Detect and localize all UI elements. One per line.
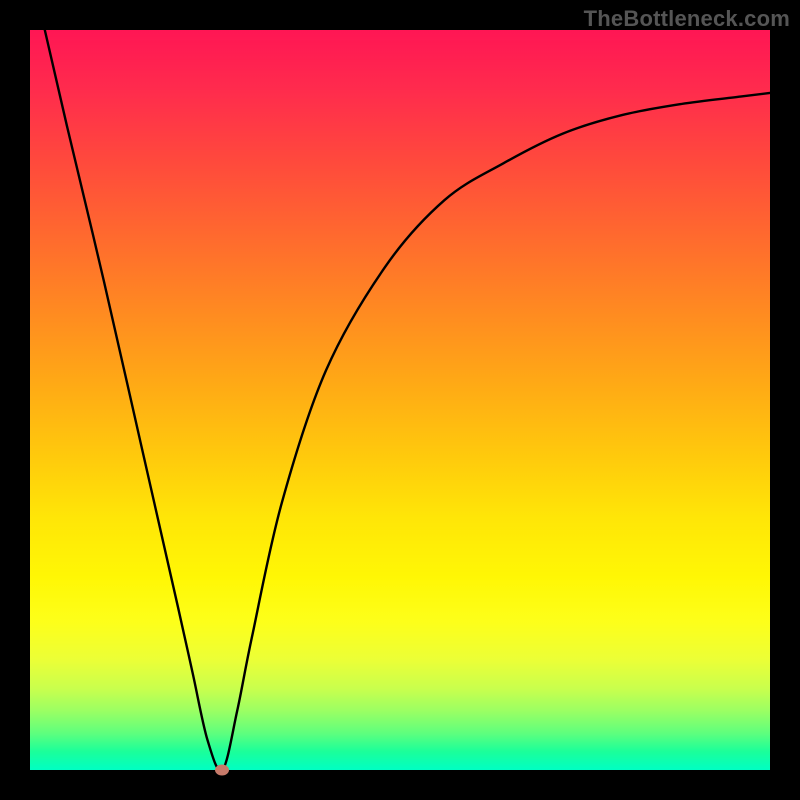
plot-area [30, 30, 770, 770]
curve-path [45, 30, 770, 771]
bottleneck-curve [30, 30, 770, 770]
chart-frame: TheBottleneck.com [0, 0, 800, 800]
watermark-text: TheBottleneck.com [584, 6, 790, 32]
optimum-marker [215, 765, 229, 776]
